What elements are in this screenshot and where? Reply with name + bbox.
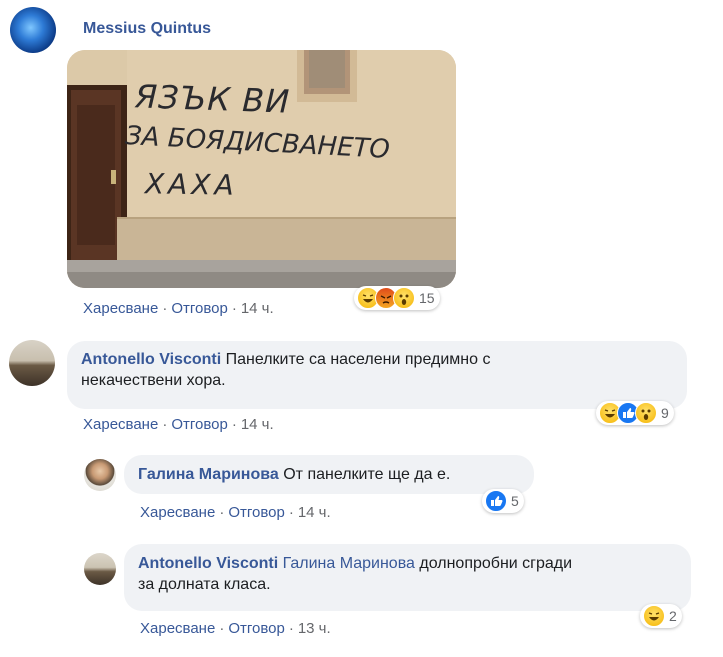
wow-icon bbox=[635, 402, 657, 424]
like-icon bbox=[485, 490, 507, 512]
reply-author[interactable]: Галина Маринова bbox=[138, 466, 279, 483]
post-reactions[interactable]: 15 bbox=[354, 286, 440, 310]
comment-avatar[interactable] bbox=[9, 340, 55, 386]
reply-reactions[interactable]: 2 bbox=[640, 604, 682, 628]
wow-icon bbox=[393, 287, 415, 309]
separator: · bbox=[288, 620, 294, 637]
timestamp[interactable]: 14 ч. bbox=[241, 416, 274, 433]
reply-bubble: Antonello Visconti Галина Маринова долно… bbox=[124, 544, 691, 611]
separator: · bbox=[231, 300, 237, 317]
separator: · bbox=[231, 416, 237, 433]
haha-icon bbox=[643, 605, 665, 627]
reaction-count: 5 bbox=[511, 493, 519, 509]
reaction-count: 9 bbox=[661, 405, 669, 421]
separator: · bbox=[219, 620, 225, 637]
comment-reactions[interactable]: 9 bbox=[596, 401, 674, 425]
reply-avatar[interactable] bbox=[84, 459, 116, 491]
reply-link[interactable]: Отговор bbox=[171, 300, 228, 317]
separator: · bbox=[288, 504, 294, 521]
timestamp[interactable]: 14 ч. bbox=[241, 300, 274, 317]
comment-bubble: Antonello Visconti Панелките са населени… bbox=[67, 341, 687, 409]
timestamp[interactable]: 13 ч. bbox=[298, 620, 331, 637]
reply-avatar[interactable] bbox=[84, 553, 116, 585]
like-link[interactable]: Харесване bbox=[83, 416, 158, 433]
graffiti-text-line-3: ХАХА bbox=[144, 167, 238, 202]
reply-actions: Харесване · Отговор · 14 ч. bbox=[140, 504, 331, 521]
separator: · bbox=[162, 300, 168, 317]
reaction-count: 15 bbox=[419, 290, 435, 306]
separator: · bbox=[219, 504, 225, 521]
comment-text: Панелките са населени предимно с bbox=[225, 351, 491, 368]
post-author-avatar[interactable] bbox=[10, 7, 56, 53]
like-link[interactable]: Харесване bbox=[140, 504, 215, 521]
mention-link[interactable]: Галина Маринова bbox=[283, 555, 415, 572]
timestamp[interactable]: 14 ч. bbox=[298, 504, 331, 521]
comment-actions: Харесване · Отговор · 14 ч. bbox=[83, 416, 274, 433]
reply-actions: Харесване · Отговор · 13 ч. bbox=[140, 620, 331, 637]
reaction-count: 2 bbox=[669, 608, 677, 624]
reply-link[interactable]: Отговор bbox=[228, 504, 285, 521]
like-link[interactable]: Харесване bbox=[83, 300, 158, 317]
reply-bubble: Галина Маринова От панелките ще да е. bbox=[124, 455, 534, 494]
post-photo[interactable]: ЯЗЪК ВИ ЗА БОЯДИСВАНЕТО ХАХА bbox=[67, 50, 456, 288]
reply-link[interactable]: Отговор bbox=[171, 416, 228, 433]
reply-link[interactable]: Отговор bbox=[228, 620, 285, 637]
reply-author[interactable]: Antonello Visconti bbox=[138, 555, 278, 572]
reply-text: От панелките ще да е. bbox=[283, 466, 451, 483]
reply-reactions[interactable]: 5 bbox=[482, 489, 524, 513]
post-actions: Харесване · Отговор · 14 ч. bbox=[83, 300, 274, 317]
like-link[interactable]: Харесване bbox=[140, 620, 215, 637]
post-author-name[interactable]: Messius Quintus bbox=[83, 20, 211, 38]
graffiti-text-line-1: ЯЗЪК ВИ bbox=[134, 77, 291, 121]
reply-text: за долната класа. bbox=[138, 576, 271, 593]
comment-text: некачествени хора. bbox=[81, 372, 226, 389]
separator: · bbox=[162, 416, 168, 433]
reply-text: долнопробни сгради bbox=[419, 555, 573, 572]
comment-author[interactable]: Antonello Visconti bbox=[81, 351, 221, 368]
